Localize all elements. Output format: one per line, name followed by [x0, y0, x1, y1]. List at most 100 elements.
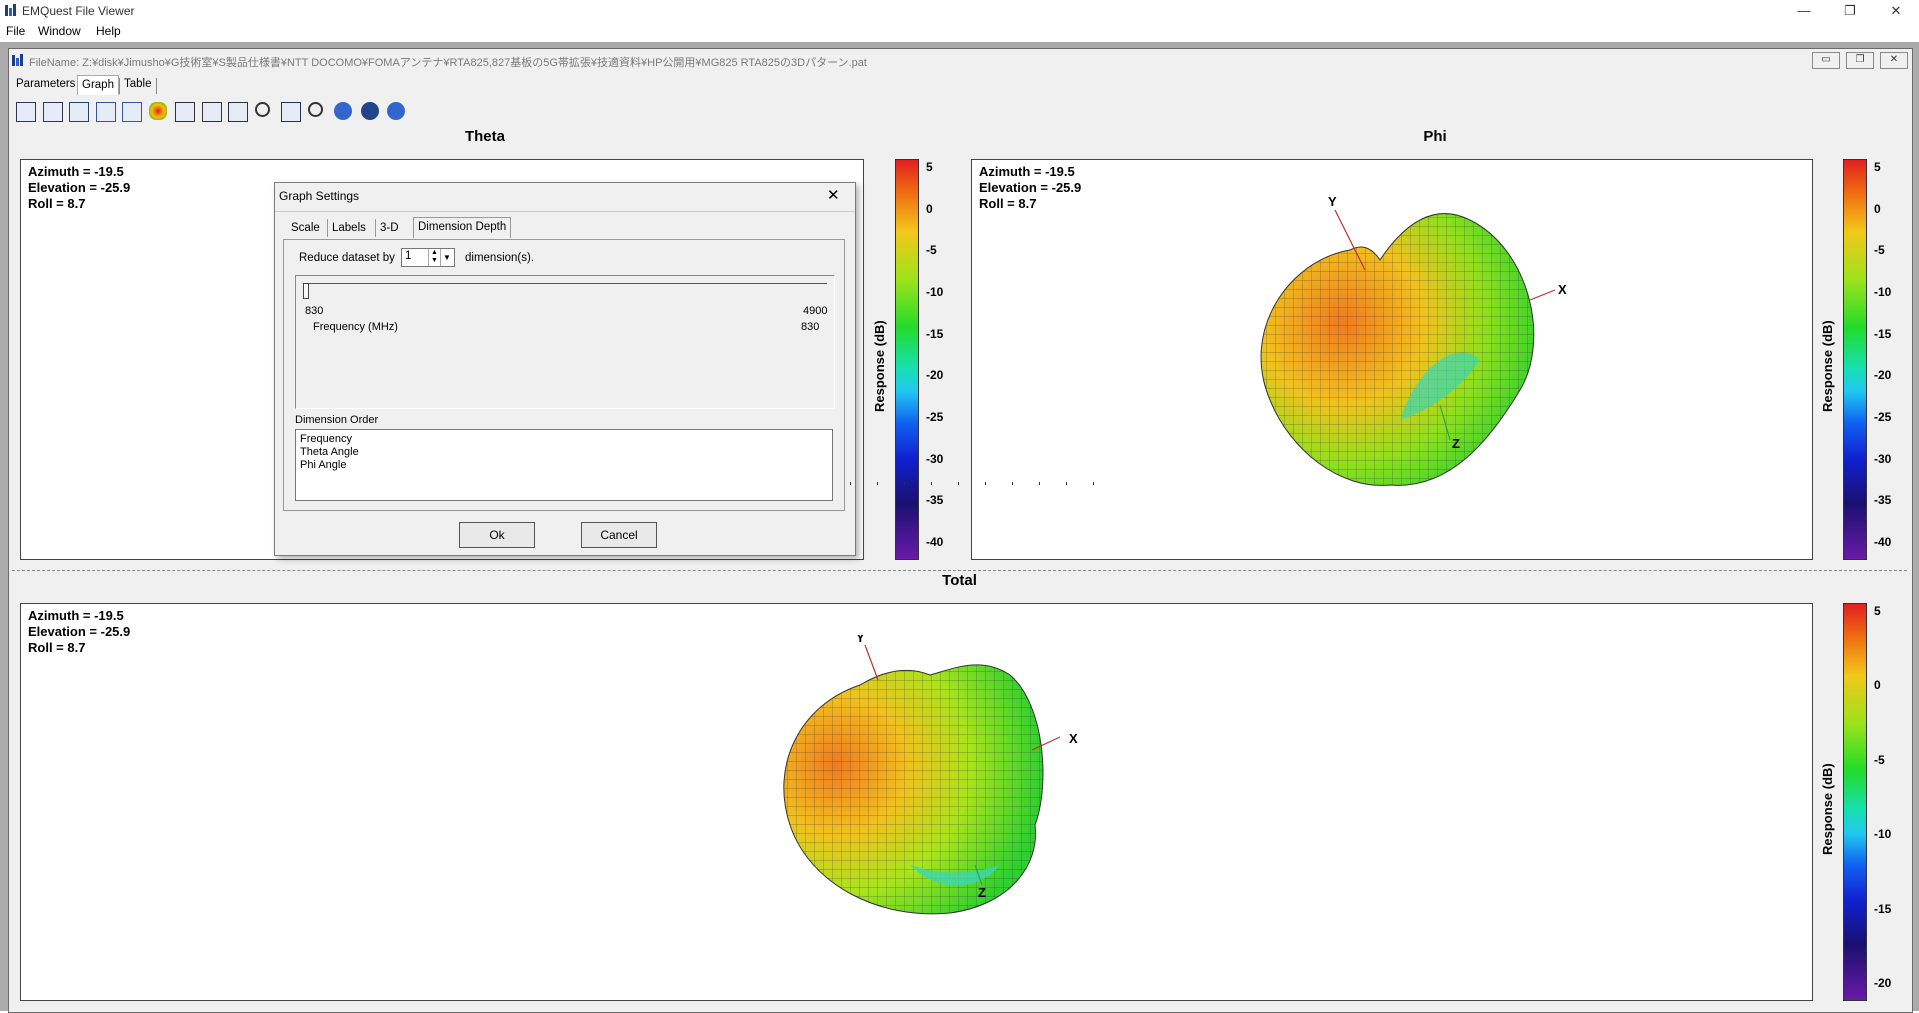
- slider-tick-mark: [1066, 482, 1067, 485]
- total-colorbar-tick: -20: [1874, 976, 1892, 990]
- total-roll: Roll = 8.7: [28, 640, 86, 655]
- theta-azimuth: Azimuth = -19.5: [28, 164, 124, 179]
- slider-tick-mark: [1093, 482, 1094, 485]
- menu-help[interactable]: Help: [96, 24, 121, 38]
- total-elevation: Elevation = -25.9: [28, 624, 131, 639]
- sphere-half-icon[interactable]: [334, 102, 352, 120]
- phi-title: Phi: [1423, 128, 1447, 145]
- theta-colorbar-tick: -10: [926, 285, 944, 299]
- dialog-tab-3d[interactable]: 3-D: [375, 219, 403, 237]
- phi-3d-pattern: Y X Z: [1260, 194, 1567, 486]
- total-azimuth: Azimuth = -19.5: [28, 608, 124, 623]
- settings-icon[interactable]: [281, 102, 301, 122]
- dialog-tab-scale[interactable]: Scale: [287, 219, 324, 237]
- reduce-dataset-spinner[interactable]: 1 ▲ ▼ ▼: [401, 248, 455, 267]
- title-bar: EMQuest File Viewer — ❐ ✕: [0, 0, 1919, 22]
- slider-track[interactable]: [303, 283, 827, 284]
- theta-colorbar-tick: -35: [926, 493, 944, 508]
- slider-current-value: 830: [801, 321, 820, 333]
- phi-z-axis-label: Z: [1452, 436, 1460, 451]
- menu-window[interactable]: Window: [38, 24, 81, 38]
- slider-tick-mark: [850, 482, 851, 485]
- total-colorbar: [1843, 603, 1867, 1001]
- cancel-button[interactable]: Cancel: [581, 522, 657, 548]
- sphere-cut-icon[interactable]: [387, 102, 405, 120]
- window-title: EMQuest File Viewer: [22, 4, 135, 18]
- theta-colorbar-tick: -15: [926, 326, 944, 341]
- list-item[interactable]: Phi Angle: [300, 459, 359, 472]
- total-colorbar-tick: 0: [1874, 678, 1881, 693]
- linear-graph-icon[interactable]: [175, 102, 195, 122]
- zoom-icon[interactable]: [254, 102, 270, 117]
- phi-x-axis-line: [1529, 289, 1556, 301]
- total-colorbar-tick: -15: [1874, 901, 1892, 916]
- total-x-axis-label: X: [1069, 731, 1078, 746]
- slider-tick-mark: [1012, 482, 1013, 485]
- restore-button[interactable]: ❐: [1827, 0, 1873, 22]
- sphere-icon[interactable]: [360, 102, 379, 120]
- slider-thumb[interactable]: [303, 283, 309, 299]
- menu-bar: [0, 22, 1919, 42]
- document-logo-icon: [12, 54, 23, 66]
- menu-file[interactable]: File: [6, 24, 25, 38]
- zoom-out-icon[interactable]: [307, 102, 323, 117]
- slider-tick-mark: [958, 482, 959, 485]
- list-item[interactable]: Frequency: [300, 433, 359, 446]
- dialog-title: Graph Settings: [279, 189, 360, 203]
- surface-icon[interactable]: [148, 102, 167, 120]
- phi-colorbar-tick: 0: [1874, 201, 1881, 216]
- doc-restore-button[interactable]: ❐: [1846, 52, 1874, 69]
- dialog-tab-dimension-depth[interactable]: Dimension Depth: [413, 217, 512, 238]
- theta-colorbar-tick: -20: [926, 368, 944, 383]
- phi-orientation: Azimuth = -19.5 Elevation = -25.9 Roll =…: [979, 164, 1081, 212]
- dropdown-arrow-icon[interactable]: ▼: [440, 249, 453, 266]
- dimension-slider-area: [295, 275, 835, 409]
- theta-colorbar-tick: -40: [926, 535, 944, 549]
- dialog-divider: [275, 211, 855, 212]
- graph-icon[interactable]: [69, 102, 89, 122]
- graph-settings-dialog: Graph Settings ✕ Scale Labels 3-D Dimens…: [274, 182, 1094, 556]
- tab-graph[interactable]: Graph: [77, 75, 119, 95]
- overlay-graph-icon[interactable]: [201, 102, 222, 122]
- theta-colorbar-tick: -5: [926, 243, 937, 258]
- phi-colorbar-tick: -10: [1874, 285, 1892, 299]
- phi-colorbar-tick: -30: [1874, 451, 1892, 466]
- total-3d-pattern: Y X Z: [783, 635, 1078, 915]
- ok-button[interactable]: Ok: [459, 522, 535, 548]
- phi-colorbar-tick: 5: [1874, 160, 1881, 174]
- total-colorbar-tick: 5: [1874, 604, 1881, 618]
- tab-table[interactable]: Table: [119, 78, 157, 94]
- phi-elevation: Elevation = -25.9: [979, 180, 1082, 195]
- document-title-bar: FileName: Z:¥disk¥Jimusho¥G技術室¥S製品仕様書¥NT…: [9, 49, 1910, 71]
- phi-colorbar: [1843, 159, 1867, 560]
- slider-tick-mark: [1039, 482, 1040, 485]
- tab-parameters[interactable]: Parameters: [12, 78, 79, 94]
- phi-x-axis-label: X: [1558, 282, 1567, 297]
- phi-colorbar-tick: -15: [1874, 326, 1892, 341]
- minimize-button[interactable]: —: [1781, 0, 1827, 22]
- spinner-arrows-icon[interactable]: ▲ ▼: [428, 249, 440, 266]
- theta-colorbar-tick: 5: [926, 160, 933, 174]
- reduce-dataset-label: Reduce dataset by: [299, 252, 395, 264]
- table-icon[interactable]: [16, 102, 36, 122]
- total-orientation: Azimuth = -19.5 Elevation = -25.9 Roll =…: [28, 608, 130, 656]
- dimension-order-list[interactable]: Frequency Theta Angle Phi Angle: [295, 429, 833, 501]
- table-alt-icon[interactable]: [42, 102, 63, 122]
- dialog-close-icon[interactable]: ✕: [827, 186, 840, 204]
- multi-graph-icon[interactable]: [228, 102, 248, 122]
- polar-icon[interactable]: [95, 102, 116, 122]
- list-item[interactable]: Theta Angle: [300, 446, 359, 459]
- phi-colorbar-label: Response (dB): [1820, 320, 1835, 412]
- close-button[interactable]: ✕: [1873, 0, 1919, 22]
- doc-close-button[interactable]: ✕: [1880, 52, 1908, 69]
- phi-colorbar-tick: -25: [1874, 410, 1892, 424]
- total-colorbar-tick: -5: [1874, 752, 1885, 767]
- total-colorbar-tick: -10: [1874, 827, 1892, 842]
- dialog-tab-labels[interactable]: Labels: [327, 219, 370, 237]
- reduce-dataset-value: 1: [405, 250, 412, 262]
- theta-title: Theta: [464, 128, 505, 145]
- export-icon[interactable]: [122, 102, 142, 122]
- phi-azimuth: Azimuth = -19.5: [979, 164, 1075, 179]
- slider-max-label: 4900: [803, 305, 828, 317]
- doc-minimize-button[interactable]: ▭: [1812, 52, 1840, 69]
